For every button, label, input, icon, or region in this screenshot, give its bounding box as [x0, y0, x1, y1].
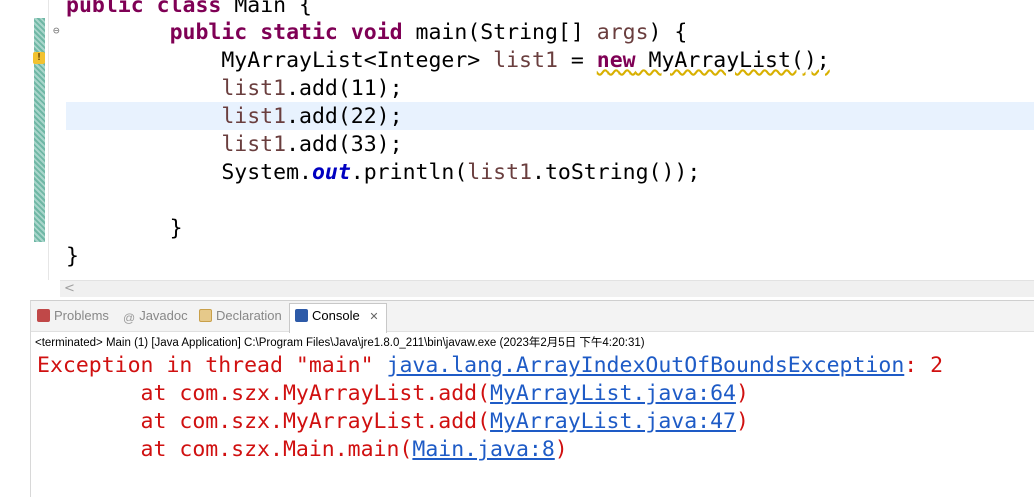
declaration-icon [199, 309, 212, 322]
code-line-declaration[interactable]: MyArrayList<Integer> list1 = new MyArray… [66, 47, 829, 75]
problems-icon [37, 309, 50, 322]
bottom-panel: Problems @ Javadoc Declaration Console ✕ … [30, 300, 1034, 497]
code-line-main[interactable]: public static void main(String[] args) { [66, 19, 688, 47]
stack-link[interactable]: MyArrayList.java:64 [490, 381, 736, 406]
code-line-close-class[interactable]: } [66, 243, 79, 271]
javadoc-icon: @ [123, 311, 136, 325]
tab-console[interactable]: Console ✕ [295, 308, 379, 323]
fold-collapse-icon[interactable]: ⊖ [53, 24, 60, 37]
stack-link[interactable]: Main.java:8 [412, 437, 554, 462]
code-line-add-33[interactable]: list1.add(33); [66, 131, 402, 159]
stack-link[interactable]: MyArrayList.java:47 [490, 409, 736, 434]
code-line-class[interactable]: public class Main { [66, 0, 312, 20]
console-stack-line: at com.szx.MyArrayList.add(MyArrayList.j… [37, 381, 749, 406]
code-line-close-method[interactable]: } [66, 215, 183, 243]
console-exception-line: Exception in thread "main" java.lang.Arr… [37, 353, 944, 378]
warning-icon[interactable]: ! [33, 52, 45, 64]
tab-problems[interactable]: Problems [37, 308, 109, 323]
code-line-add-11[interactable]: list1.add(11); [66, 75, 402, 103]
close-icon[interactable]: ✕ [369, 311, 378, 323]
code-line-println[interactable]: System.out.println(list1.toString()); [66, 159, 700, 187]
console-icon [295, 309, 308, 322]
console-status-line: <terminated> Main (1) [Java Application]… [35, 337, 645, 349]
console-stack-line: at com.szx.MyArrayList.add(MyArrayList.j… [37, 409, 749, 434]
panel-tab-bar: Problems @ Javadoc Declaration Console ✕ [31, 301, 1034, 333]
horizontal-scrollbar[interactable]: < [60, 280, 1034, 297]
console-stack-line: at com.szx.Main.main(Main.java:8) [37, 437, 568, 462]
exception-link[interactable]: java.lang.ArrayIndexOutOfBoundsException [387, 353, 905, 378]
code-line-add-22[interactable]: list1.add(22); [66, 103, 402, 131]
code-editor[interactable]: ⊖ ! public class Main { public static vo… [0, 0, 1034, 300]
tab-javadoc[interactable]: @ Javadoc [123, 308, 188, 325]
tab-declaration[interactable]: Declaration [199, 308, 282, 323]
scroll-left-arrow-icon[interactable]: < [64, 281, 75, 296]
